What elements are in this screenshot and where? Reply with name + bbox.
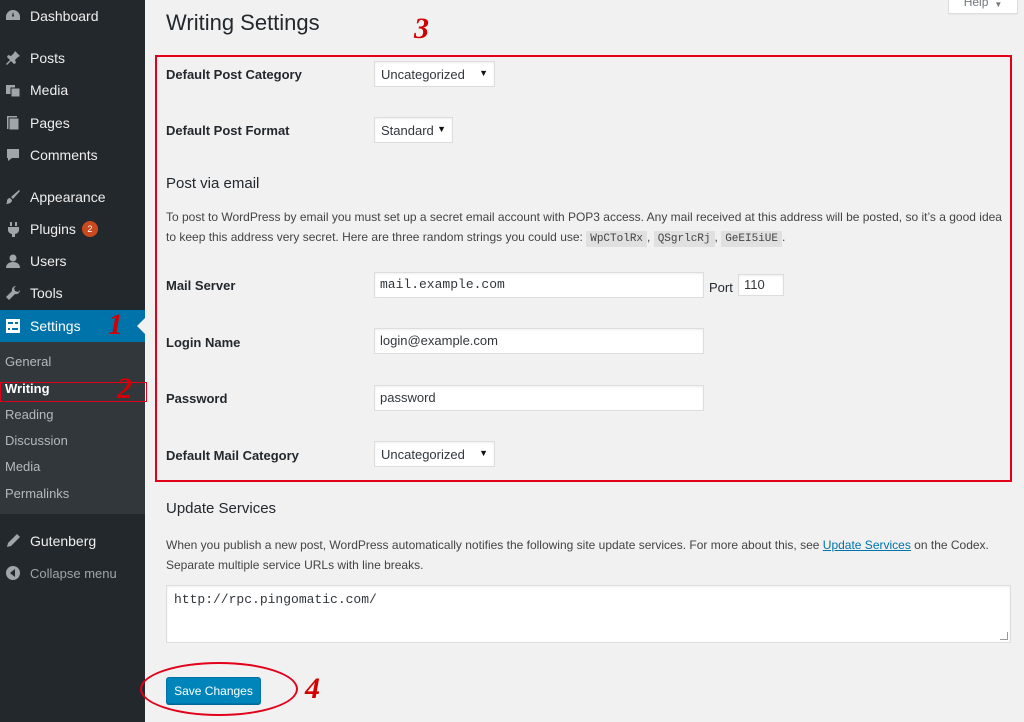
update-services-link[interactable]: Update Services (823, 538, 911, 552)
menu-item-gutenberg[interactable]: Gutenberg (0, 525, 145, 557)
page-title: Writing Settings (166, 10, 320, 35)
menu-label: Plugins (30, 221, 76, 237)
menu-item-plugins[interactable]: Plugins 2 (0, 213, 145, 245)
menu-item-dashboard[interactable]: Dashboard (0, 0, 145, 32)
menu-label: Users (30, 253, 67, 269)
collapse-icon (4, 564, 22, 582)
admin-sidebar: Dashboard Posts Media Pages Comments App… (0, 0, 145, 722)
submenu-item-discussion[interactable]: Discussion (5, 431, 68, 451)
menu-item-pages[interactable]: Pages (0, 107, 145, 139)
menu-label: Comments (30, 147, 98, 163)
menu-item-users[interactable]: Users (0, 245, 145, 277)
textarea-value: http://rpc.pingomatic.com/ (174, 592, 377, 607)
menu-label: Media (30, 82, 69, 98)
plugins-update-badge: 2 (81, 221, 98, 237)
submenu-item-permalinks[interactable]: Permalinks (5, 484, 69, 504)
help-label: Help (963, 0, 989, 9)
menu-label: Gutenberg (30, 533, 97, 549)
desc-text: When you publish a new post, WordPress a… (166, 538, 820, 552)
brush-icon (4, 188, 22, 206)
submenu-item-reading[interactable]: Reading (5, 405, 53, 425)
settings-submenu: General Writing Reading Discussion Media… (0, 342, 145, 514)
menu-item-settings[interactable]: Settings (0, 310, 145, 342)
menu-label: Appearance (30, 189, 106, 205)
annotation-number-2: 2 (117, 372, 132, 405)
wrench-icon (4, 284, 22, 302)
resize-handle-icon[interactable] (1000, 632, 1008, 640)
update-services-description: When you publish a new post, WordPress a… (166, 535, 1016, 575)
pin-icon (4, 49, 22, 67)
caret-down-icon: ▼ (994, 0, 1003, 9)
annotation-ellipse-4 (140, 662, 298, 716)
comment-icon (4, 146, 22, 164)
desc-line-2: Separate multiple service URLs with line… (166, 558, 424, 572)
settings-icon (4, 317, 22, 335)
menu-label: Settings (30, 318, 81, 334)
active-indicator (137, 318, 145, 334)
annotation-box-3 (155, 55, 1012, 482)
update-services-heading: Update Services (166, 500, 277, 517)
pencil-icon (4, 532, 22, 550)
ping-services-textarea[interactable]: http://rpc.pingomatic.com/ (166, 585, 1011, 643)
menu-label: Tools (30, 285, 63, 301)
menu-item-tools[interactable]: Tools (0, 277, 145, 309)
menu-label: Collapse menu (30, 565, 117, 581)
menu-label: Posts (30, 50, 66, 66)
annotation-number-4: 4 (305, 672, 320, 705)
dashboard-icon (4, 7, 22, 25)
menu-label: Dashboard (30, 8, 99, 24)
menu-item-media[interactable]: Media (0, 74, 145, 106)
desc-text-end: on the Codex. (914, 538, 989, 552)
plugin-icon (4, 220, 22, 238)
user-icon (4, 252, 22, 270)
media-icon (4, 81, 22, 99)
pages-icon (4, 114, 22, 132)
submenu-item-general[interactable]: General (5, 352, 51, 372)
help-tab-button[interactable]: Help ▼ (948, 0, 1018, 14)
submenu-item-media[interactable]: Media (5, 457, 40, 477)
annotation-number-1: 1 (108, 308, 123, 341)
menu-item-posts[interactable]: Posts (0, 42, 145, 74)
desc-line-1: When you publish a new post, WordPress a… (166, 535, 1016, 555)
menu-label: Pages (30, 115, 70, 131)
collapse-menu-button[interactable]: Collapse menu (0, 557, 145, 589)
menu-item-comments[interactable]: Comments (0, 139, 145, 171)
annotation-number-3: 3 (414, 12, 429, 45)
menu-item-appearance[interactable]: Appearance (0, 181, 145, 213)
